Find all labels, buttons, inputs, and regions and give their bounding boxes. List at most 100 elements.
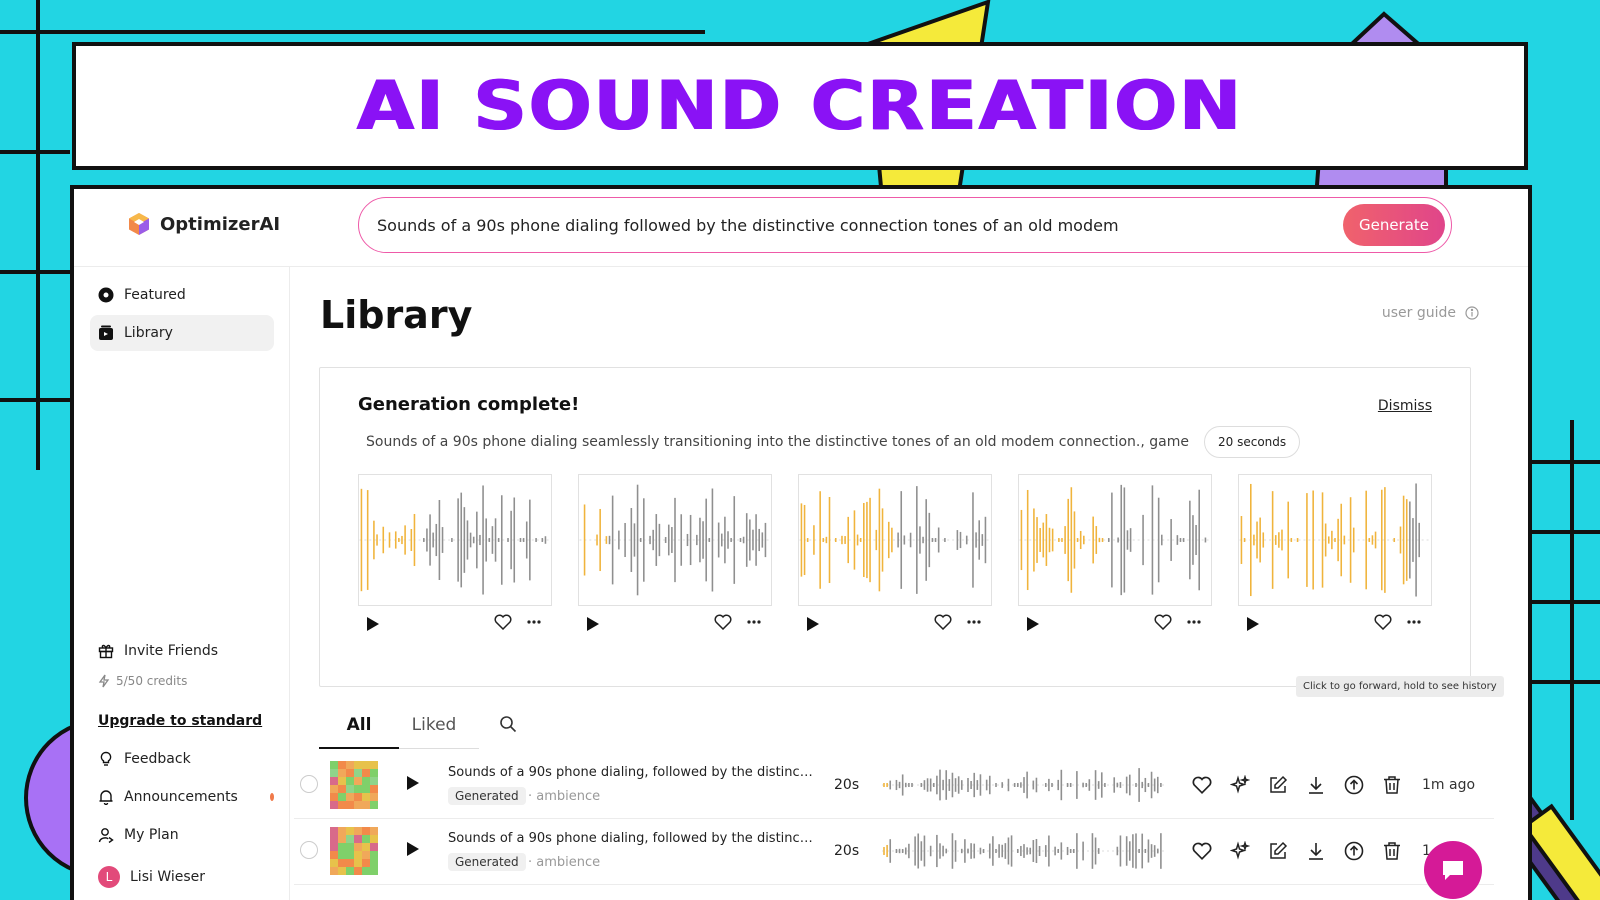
time-ago: 1m ago (1422, 777, 1476, 793)
bolt-icon (96, 673, 112, 689)
thumbnail-pixel (346, 843, 354, 851)
row-waveform[interactable] (882, 831, 1166, 871)
thumbnail-pixel (330, 835, 338, 843)
waveform-card[interactable] (358, 474, 552, 606)
sidebar-item-feedback[interactable]: Feedback (90, 741, 274, 777)
thumbnail-pixel (346, 827, 354, 835)
sidebar-user[interactable]: L Lisi Wieser (90, 859, 274, 895)
thumbnail-pixel (330, 801, 338, 809)
thumbnail-pixel (338, 843, 346, 851)
thumbnail-pixel (354, 843, 362, 851)
thumbnail-pixel (346, 867, 354, 875)
thumbnail-pixel (354, 793, 362, 801)
sidebar-item-library[interactable]: Library (90, 315, 274, 351)
sound-title[interactable]: Sounds of a 90s phone dialing, followed … (448, 765, 816, 780)
sparkle-icon[interactable] (1228, 773, 1252, 797)
page-title: Library (320, 293, 473, 337)
more-icon[interactable] (1186, 614, 1202, 634)
heart-icon[interactable] (1154, 614, 1172, 634)
heart-icon[interactable] (1190, 773, 1214, 797)
edit-icon[interactable] (1266, 773, 1290, 797)
sidebar-item-my-plan[interactable]: My Plan (90, 817, 274, 853)
user-name: Lisi Wieser (130, 869, 206, 885)
table-row[interactable]: Sounds of a 90s phone dialing, followed … (294, 753, 1494, 819)
prompt-text[interactable]: Sounds of a 90s phone dialing followed b… (377, 216, 1343, 235)
dismiss-link[interactable]: Dismiss (1378, 398, 1432, 414)
category-label: · ambience (528, 789, 601, 804)
more-icon[interactable] (746, 614, 762, 634)
sound-title[interactable]: Sounds of a 90s phone dialing, followed … (448, 831, 816, 846)
user-guide-label: user guide (1381, 305, 1456, 321)
thumbnail-pixel (338, 761, 346, 769)
more-icon[interactable] (966, 614, 982, 634)
generate-button[interactable]: Generate (1343, 204, 1445, 246)
upload-icon[interactable] (1342, 839, 1366, 863)
trash-icon[interactable] (1380, 839, 1404, 863)
info-icon (1464, 305, 1480, 321)
thumbnail-pixel (354, 851, 362, 859)
waveform-controls (1018, 612, 1212, 636)
row-checkbox[interactable] (300, 775, 318, 793)
trash-icon[interactable] (1380, 773, 1404, 797)
prompt-input[interactable]: Sounds of a 90s phone dialing followed b… (358, 197, 1452, 253)
chat-button[interactable] (1424, 841, 1482, 899)
sidebar-item-label: Invite Friends (124, 643, 219, 659)
play-icon[interactable] (1246, 616, 1260, 636)
sidebar-item-invite-friends[interactable]: Invite Friends (90, 633, 274, 669)
duration-label: 20s (834, 777, 860, 793)
play-icon[interactable] (586, 616, 600, 636)
sparkle-icon[interactable] (1228, 839, 1252, 863)
more-icon[interactable] (526, 614, 542, 634)
search-icon[interactable] (499, 715, 517, 733)
banner-title: AI SOUND CREATION (356, 66, 1244, 146)
sidebar-item-announcements[interactable]: Announcements (90, 779, 274, 815)
play-icon[interactable] (366, 616, 380, 636)
lightbulb-icon (98, 751, 114, 767)
upload-icon[interactable] (1342, 773, 1366, 797)
sidebar-item-featured[interactable]: Featured (90, 277, 274, 313)
logo[interactable]: OptimizerAI (126, 211, 280, 237)
thumbnail-pixel (346, 777, 354, 785)
title-banner: AI SOUND CREATION (72, 42, 1528, 170)
tab-liked[interactable]: Liked (399, 701, 469, 749)
user-guide-link[interactable]: user guide (1382, 305, 1480, 321)
play-icon[interactable] (1026, 616, 1040, 636)
waveform-controls (358, 612, 552, 636)
bell-icon (98, 789, 114, 805)
waveform-card[interactable] (798, 474, 992, 606)
heart-icon[interactable] (714, 614, 732, 634)
cube-logo-icon (126, 211, 152, 237)
thumbnail-pixel (330, 867, 338, 875)
waveform-controls (578, 612, 772, 636)
play-icon[interactable] (806, 616, 820, 636)
table-row[interactable]: Sounds of a 90s phone dialing, followed … (294, 819, 1494, 885)
thumbnail-pixel (370, 835, 378, 843)
waveform-card[interactable] (1018, 474, 1212, 606)
thumbnail-pixel (370, 769, 378, 777)
play-icon[interactable] (406, 841, 420, 861)
heart-icon[interactable] (494, 614, 512, 634)
thumbnail-pixel (362, 777, 370, 785)
download-icon[interactable] (1304, 773, 1328, 797)
heart-icon[interactable] (1190, 839, 1214, 863)
thumbnail-pixel (354, 859, 362, 867)
tab-all[interactable]: All (319, 701, 399, 749)
heart-icon[interactable] (934, 614, 952, 634)
more-icon[interactable] (1406, 614, 1422, 634)
waveform (359, 485, 551, 595)
thumbnail-pixel (362, 793, 370, 801)
waveform-card[interactable] (578, 474, 772, 606)
edit-icon[interactable] (1266, 839, 1290, 863)
row-checkbox[interactable] (300, 841, 318, 859)
thumbnail-pixel (370, 843, 378, 851)
row-waveform[interactable] (882, 765, 1166, 805)
thumbnail-pixel (362, 827, 370, 835)
download-icon[interactable] (1304, 839, 1328, 863)
thumbnail-pixel (370, 793, 378, 801)
generated-tag: Generated (448, 787, 526, 805)
waveform (1019, 484, 1211, 596)
upgrade-link[interactable]: Upgrade to standard (98, 713, 262, 729)
waveform-card[interactable] (1238, 474, 1432, 606)
play-icon[interactable] (406, 775, 420, 795)
heart-icon[interactable] (1374, 614, 1392, 634)
